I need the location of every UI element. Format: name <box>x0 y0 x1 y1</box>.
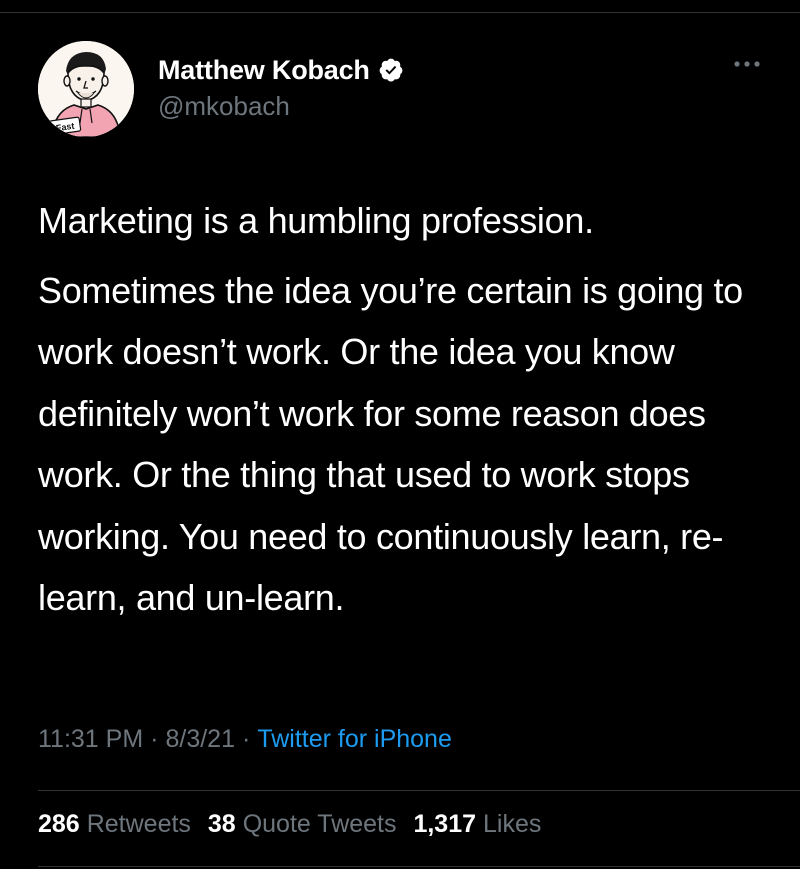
divider <box>38 790 800 791</box>
tweet-date[interactable]: 8/3/21 <box>165 725 235 753</box>
avatar[interactable]: Fast <box>38 41 134 137</box>
top-divider <box>0 12 800 13</box>
tweet-paragraph: Sometimes the idea you’re certain is goi… <box>38 269 743 619</box>
handle[interactable]: @mkobach <box>158 91 404 122</box>
meta-separator: · <box>242 725 251 753</box>
tweet-source-link[interactable]: Twitter for iPhone <box>257 725 452 753</box>
verified-badge-icon <box>379 58 403 82</box>
divider <box>38 866 800 867</box>
tweet-header: Fast Matthew Kobach @mkobach <box>38 38 762 138</box>
display-name-row: Matthew Kobach <box>158 53 404 87</box>
engagement-stats: 286 Retweets 38 Quote Tweets 1,317 Likes <box>38 810 551 839</box>
display-name[interactable]: Matthew Kobach <box>158 55 370 86</box>
quote-tweets-label: Quote Tweets <box>242 810 397 838</box>
retweets-label: Retweets <box>86 810 191 838</box>
likes-stat[interactable]: 1,317 Likes <box>413 810 541 838</box>
retweets-stat[interactable]: 286 Retweets <box>38 810 191 838</box>
retweets-count: 286 <box>38 810 80 838</box>
meta-separator: · <box>150 725 159 753</box>
author-block[interactable]: Matthew Kobach @mkobach <box>158 53 404 122</box>
quote-tweets-count: 38 <box>207 810 236 838</box>
quote-tweets-stat[interactable]: 38 Quote Tweets <box>208 810 397 838</box>
tweet-time[interactable]: 11:31 PM <box>38 725 143 753</box>
tweet-meta: 11:31 PM · 8/3/21 · Twitter for iPhone <box>38 725 452 754</box>
likes-count: 1,317 <box>413 810 477 838</box>
more-options-icon[interactable] <box>732 56 762 72</box>
tweet-text: Marketing is a humbling profession. Some… <box>38 190 768 629</box>
likes-label: Likes <box>483 810 542 838</box>
tweet-paragraph: Marketing is a humbling profession. <box>38 200 594 241</box>
avatar-illustration: Fast <box>38 41 134 137</box>
